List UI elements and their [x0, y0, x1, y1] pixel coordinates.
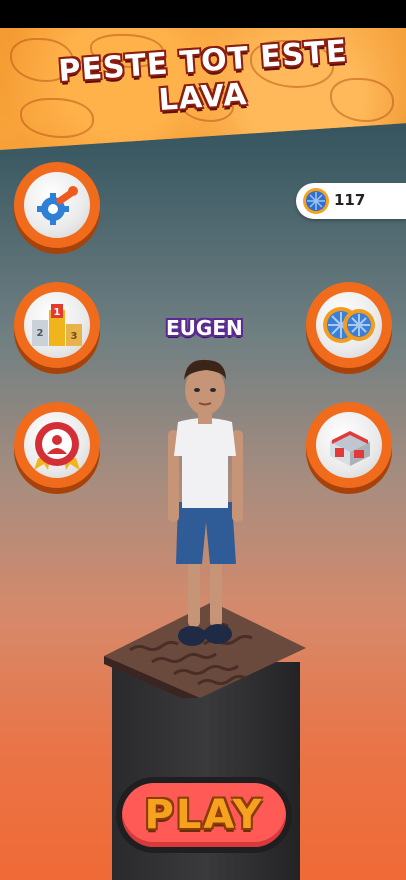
play-button-label: PLAY [144, 792, 264, 838]
play-button[interactable]: PLAY [116, 777, 292, 853]
podium-label-1: 1 [54, 307, 61, 318]
status-bar [0, 0, 406, 28]
podium-icon: 2 1 3 [32, 304, 82, 346]
podium-label-2: 2 [37, 328, 44, 339]
orange-slice-icon [303, 188, 329, 214]
coin-count: 117 [334, 191, 366, 209]
orange-slices-icon [323, 307, 375, 343]
oranges-button[interactable] [306, 282, 392, 368]
user-badge-icon [34, 422, 80, 470]
leaderboard-button[interactable]: 2 1 3 [14, 282, 100, 368]
settings-button[interactable] [14, 162, 100, 248]
store-icon [330, 431, 370, 466]
profile-button[interactable] [14, 402, 100, 488]
player-name: EUGEN [166, 316, 243, 340]
player-character [168, 359, 243, 646]
podium-label-3: 3 [71, 331, 78, 342]
wrench-gear-icon [37, 186, 78, 225]
coin-counter: 117 [296, 183, 406, 219]
shop-button[interactable] [306, 402, 392, 488]
